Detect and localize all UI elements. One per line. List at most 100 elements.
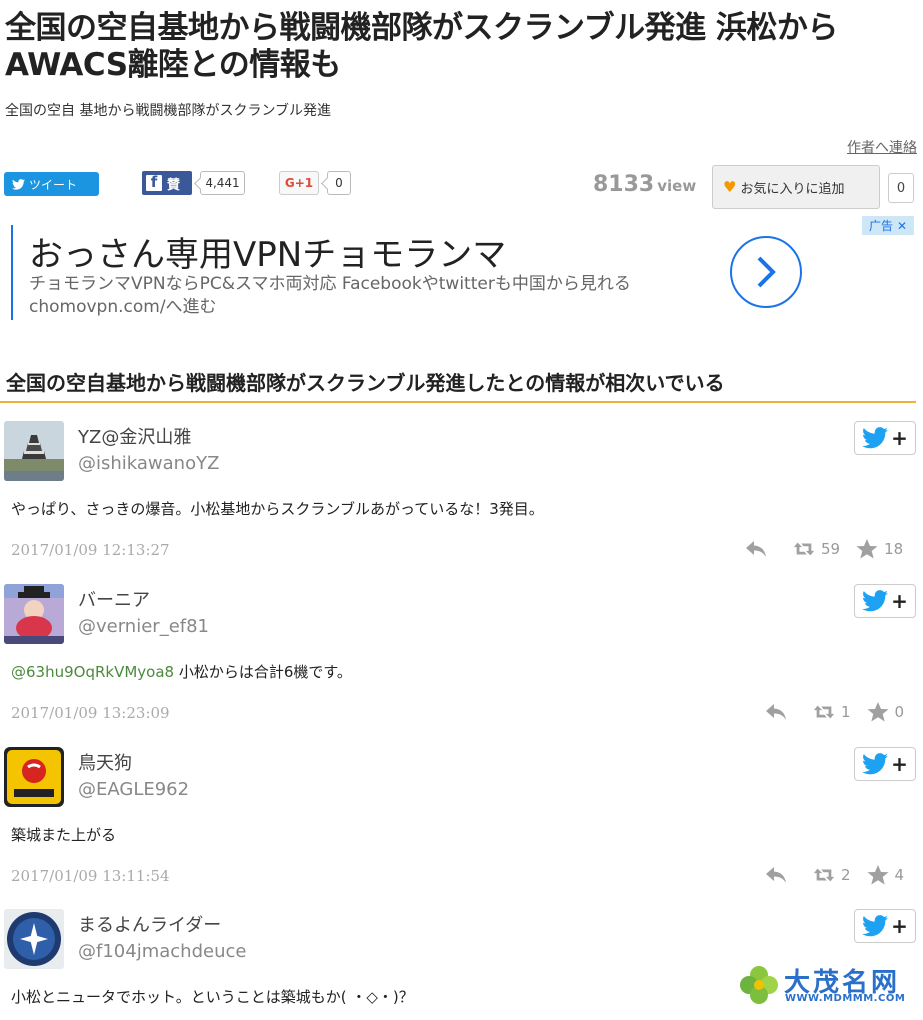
- watermark-url: WWW.MDMMM.COM: [785, 993, 906, 1004]
- view-count: 8133 view: [593, 172, 696, 197]
- avatar[interactable]: [4, 421, 64, 481]
- castle-avatar-image: [4, 421, 64, 481]
- tweet-body: 小松とニュータでホット。ということは築城もか( ・◇・)？: [11, 988, 414, 1006]
- like-count: 18: [884, 540, 904, 558]
- user-name[interactable]: まるよんライダー: [78, 911, 221, 937]
- ad-banner[interactable]: おっさん専用VPNチョモランマ チョモランマVPNならPC&スマホ両対応 Fac…: [0, 215, 923, 328]
- like-count: 0: [894, 703, 905, 721]
- twitter-bird-icon: [12, 178, 25, 190]
- share-bar: ツイート f 賛 4,441 G+1 0 8133 view ♥ お気に入りに追加…: [0, 165, 923, 209]
- user-name[interactable]: 鳥天狗: [78, 749, 132, 775]
- tweet-button[interactable]: ツイート: [4, 172, 99, 196]
- ad-open-button[interactable]: [730, 236, 802, 308]
- retweet-count: 1: [841, 703, 851, 721]
- tweet-text: @63hu9OqRkVMyoa8 小松からは合計6機です。: [11, 661, 352, 682]
- retweet-count: 59: [821, 540, 841, 558]
- user-handle[interactable]: @f104jmachdeuce: [78, 941, 246, 962]
- follow-button[interactable]: +: [854, 909, 916, 943]
- squadron-emblem-avatar-image: [4, 909, 64, 969]
- tweet-mention[interactable]: @63hu9OqRkVMyoa8: [11, 663, 174, 681]
- retweet-count: 2: [841, 866, 851, 884]
- tweet-date[interactable]: 2017/01/09 13:23:09: [11, 704, 170, 722]
- tweet-body: 小松からは合計6機です。: [174, 663, 352, 681]
- facebook-like-button[interactable]: f 賛: [142, 171, 192, 195]
- gplus-button[interactable]: G+1: [279, 171, 319, 195]
- plus-icon: +: [891, 426, 908, 450]
- like-button[interactable]: 0: [867, 702, 905, 722]
- tweet-date[interactable]: 2017/01/09 13:11:54: [11, 867, 170, 885]
- retweet-icon: [793, 542, 815, 556]
- tweet-button-label: ツイート: [29, 177, 78, 192]
- ad-label[interactable]: 广告 ✕: [862, 216, 914, 235]
- tweet-actions: 59 18: [745, 536, 903, 562]
- site-watermark: 大茂名网 WWW.MDMMM.COM: [738, 964, 918, 1008]
- ad-title[interactable]: おっさん専用VPNチョモランマ: [29, 227, 506, 276]
- avatar[interactable]: [4, 747, 64, 807]
- facebook-like-label: 賛: [167, 177, 181, 193]
- add-favorite-button[interactable]: ♥ お気に入りに追加: [712, 165, 880, 209]
- reply-icon: [766, 867, 786, 883]
- tweet-card: バーニア @vernier_ef81 + @63hu9OqRkVMyoa8 小松…: [0, 584, 923, 734]
- follow-button[interactable]: +: [854, 747, 916, 781]
- retweet-button[interactable]: 59: [793, 539, 840, 559]
- twitter-bird-icon: [862, 915, 889, 937]
- tweet-body: 築城また上がる: [11, 826, 117, 844]
- tweet-actions: 1 0: [765, 699, 904, 725]
- tweet-body: やっぱり、さっきの爆音。小松基地からスクランブルあがっているな！3発目。: [11, 500, 544, 518]
- clover-logo-icon: [740, 966, 778, 1004]
- view-count-unit: view: [657, 177, 697, 195]
- plus-icon: +: [891, 914, 908, 938]
- view-count-number: 8133: [593, 172, 655, 197]
- like-count: 4: [894, 866, 905, 884]
- page-subtitle: 全国の空自 基地から戦闘機部隊がスクランブル発進: [5, 103, 332, 119]
- section-heading: 全国の空自基地から戦闘機部隊がスクランブル発進したとの情報が相次いでいる: [0, 367, 916, 403]
- reply-icon: [746, 541, 766, 557]
- user-name[interactable]: YZ@金沢山雅: [78, 423, 191, 449]
- star-icon: [856, 539, 878, 559]
- reply-button[interactable]: [765, 865, 787, 885]
- tweet-card: 鳥天狗 @EAGLE962 + 築城また上がる 2017/01/09 13:11…: [0, 747, 923, 897]
- tweet-date[interactable]: 2017/01/09 12:13:27: [11, 541, 170, 559]
- gplus-count: 0: [327, 171, 351, 195]
- twitter-bird-icon: [862, 590, 889, 612]
- chevron-right-icon: [757, 256, 776, 288]
- like-button[interactable]: 4: [867, 865, 905, 885]
- avatar[interactable]: [4, 584, 64, 644]
- plus-icon: +: [891, 589, 908, 613]
- reply-button[interactable]: [745, 539, 767, 559]
- user-handle[interactable]: @vernier_ef81: [78, 616, 209, 637]
- retweet-icon: [813, 868, 835, 882]
- user-handle[interactable]: @ishikawanoYZ: [78, 453, 219, 474]
- character-avatar-image: [4, 584, 64, 644]
- user-handle[interactable]: @EAGLE962: [78, 779, 189, 800]
- heart-icon: ♥: [723, 178, 737, 196]
- tweet-text: やっぱり、さっきの爆音。小松基地からスクランブルあがっているな！3発目。: [11, 498, 544, 519]
- retweet-button[interactable]: 1: [813, 702, 851, 722]
- ad-close-icon[interactable]: ✕: [897, 219, 907, 233]
- like-button[interactable]: 18: [856, 539, 903, 559]
- retweet-icon: [813, 705, 835, 719]
- twitter-bird-icon: [862, 753, 889, 775]
- tweet-text: 築城また上がる: [11, 824, 116, 845]
- add-favorite-label: お気に入りに追加: [740, 181, 845, 197]
- follow-button[interactable]: +: [854, 584, 916, 618]
- plus-icon: +: [891, 752, 908, 776]
- page-title: 全国の空自基地から戦闘機部隊がスクランブル発進 浜松からAWACS離陸との情報も: [5, 10, 838, 83]
- ad-description: チョモランマVPNならPC&スマホ両対応 Facebookやtwitterも中国…: [29, 274, 631, 317]
- avatar[interactable]: [4, 909, 64, 969]
- reply-button[interactable]: [765, 702, 787, 722]
- follow-button[interactable]: +: [854, 421, 916, 455]
- tengu-avatar-image: [4, 747, 64, 807]
- facebook-count: 4,441: [200, 171, 245, 195]
- star-icon: [867, 865, 889, 885]
- user-name[interactable]: バーニア: [78, 586, 150, 612]
- retweet-button[interactable]: 2: [813, 865, 851, 885]
- tweet-text: 小松とニュータでホット。ということは築城もか( ・◇・)？: [11, 986, 414, 1007]
- ad-accent-bar: [11, 225, 13, 320]
- facebook-icon: f: [146, 173, 162, 191]
- contact-author-link[interactable]: 作者へ連絡: [847, 137, 917, 157]
- tweet-card: YZ@金沢山雅 @ishikawanoYZ + やっぱり、さっきの爆音。小松基地…: [0, 421, 923, 571]
- tweet-actions: 2 4: [765, 862, 904, 888]
- star-icon: [867, 702, 889, 722]
- twitter-bird-icon: [862, 427, 889, 449]
